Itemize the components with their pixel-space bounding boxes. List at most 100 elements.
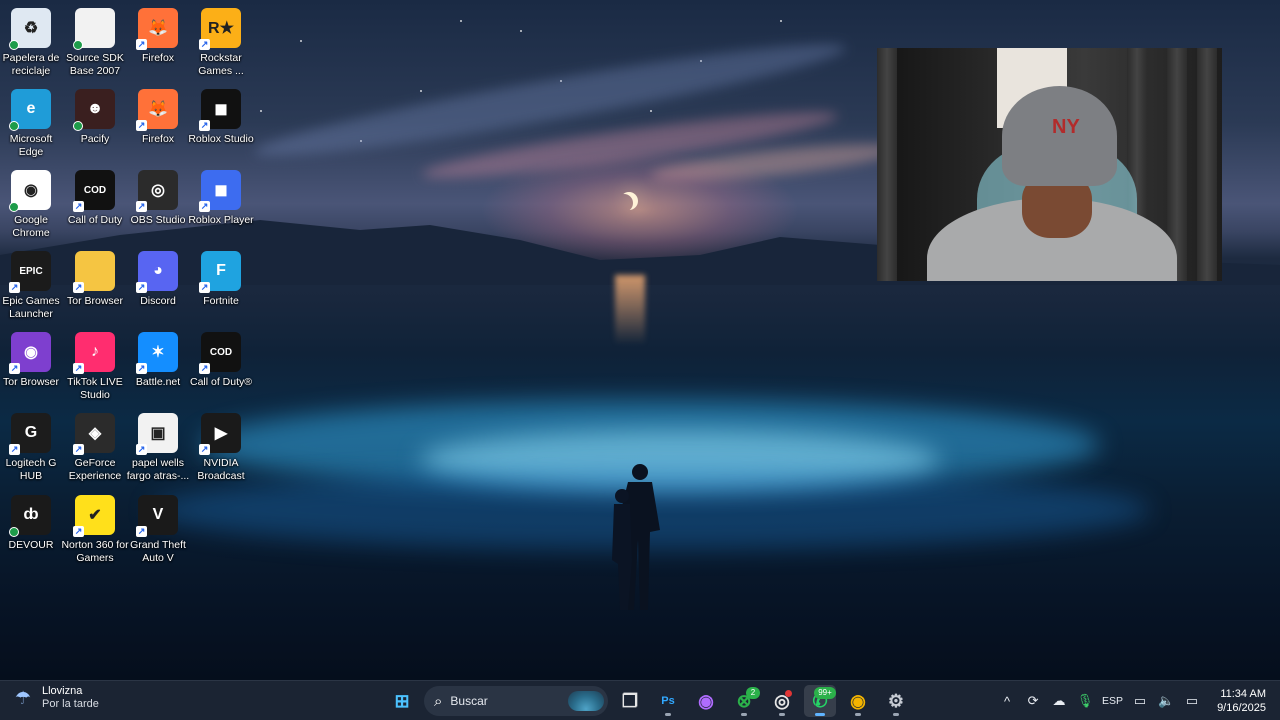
desktop-shortcut[interactable]: ☻ Pacify: [64, 85, 126, 165]
desktop-shortcut[interactable]: e Microsoft Edge: [0, 85, 62, 165]
pacify-icon: ☻: [73, 89, 115, 131]
desktop-shortcut[interactable]: EPIC ↗ Epic Games Launcher: [0, 247, 62, 327]
blank-file-icon: [73, 8, 115, 50]
sync-tray-icon[interactable]: ⟳: [1020, 681, 1046, 720]
settings-button[interactable]: ⚙: [880, 685, 912, 717]
webcam-overlay: NY: [877, 48, 1222, 281]
sync-icon: ⟳: [1027, 693, 1039, 708]
obs-taskbar-button[interactable]: ◎: [766, 685, 798, 717]
desktop-shortcut[interactable]: V ↗ Grand Theft Auto V: [127, 491, 189, 571]
running-indicator: [741, 713, 747, 716]
task-view-button[interactable]: ❐: [614, 685, 646, 717]
shortcut-arrow-icon: ↗: [73, 363, 84, 374]
desktop-shortcut[interactable]: Source SDK Base 2007: [64, 4, 126, 84]
copilot-button[interactable]: ◉: [690, 685, 722, 717]
desktop-shortcut[interactable]: ▶ ↗ NVIDIA Broadcast: [190, 409, 252, 489]
desktop-shortcut-label: Discord: [140, 295, 176, 307]
desktop-shortcut-label: Roblox Studio: [188, 133, 254, 145]
desktop-shortcut[interactable]: ✔ ↗ Norton 360 for Gamers: [61, 491, 129, 571]
logitech-g-icon: G ↗: [9, 413, 51, 455]
desktop-shortcut[interactable]: ▣ ↗ papel wells fargo atras-...: [127, 409, 189, 489]
desktop-shortcut[interactable]: ◉ Google Chrome: [0, 166, 62, 246]
rockstar-icon: R★ ↗: [199, 8, 241, 50]
shortcut-arrow-icon: ↗: [73, 526, 84, 537]
shortcut-arrow-icon: ↗: [199, 39, 210, 50]
shortcut-arrow-icon: ↗: [9, 363, 20, 374]
desktop-shortcut[interactable]: R★ ↗ Rockstar Games ...: [190, 4, 252, 84]
norton-icon: ✔ ↗: [73, 495, 115, 537]
desktop-shortcut[interactable]: F ↗ Fortnite: [190, 247, 252, 327]
desktop-shortcut[interactable]: ✶ ↗ Battle.net: [127, 328, 189, 408]
notification-badge: 2: [746, 687, 760, 699]
desktop-shortcut[interactable]: 🦊 ↗ Firefox: [127, 4, 189, 84]
whatsapp-button[interactable]: ✆ 99+: [804, 685, 836, 717]
desktop-shortcut[interactable]: ↗ Tor Browser: [64, 247, 126, 327]
search-input[interactable]: ⌕ Buscar: [424, 686, 608, 716]
battery-tray-icon[interactable]: ▭: [1179, 681, 1205, 720]
shortcut-arrow-icon: ↗: [73, 201, 84, 212]
moon-graphic: [620, 192, 638, 210]
cloud-icon: ☁: [1052, 693, 1066, 708]
cap-logo: NY: [1052, 116, 1080, 138]
weather-widget[interactable]: ☂ Llovizna Por la tarde: [12, 685, 99, 711]
network-tray-icon[interactable]: ▭: [1127, 681, 1153, 720]
desktop-shortcut-label: Fortnite: [203, 295, 239, 307]
desktop-shortcut-label: Pacify: [80, 133, 110, 145]
desktop-shortcut[interactable]: ◼ ↗ Roblox Studio: [188, 85, 254, 165]
search-highlight-art: [568, 691, 604, 711]
desktop-shortcut-label: Norton 360 for Gamers: [61, 539, 129, 564]
sync-status-icon: [73, 40, 83, 50]
photoshop-button[interactable]: Ps: [652, 685, 684, 717]
battlenet-icon: ✶ ↗: [136, 332, 178, 374]
desktop-shortcut[interactable]: ◉ ↗ Tor Browser: [0, 328, 62, 408]
desktop-shortcut[interactable]: ◕ ↗ Discord: [127, 247, 189, 327]
tor-browser-icon: ◉ ↗: [9, 332, 51, 374]
language-indicator[interactable]: ESP: [1098, 681, 1127, 720]
desktop-shortcut[interactable]: COD ↗ Call of Duty: [64, 166, 126, 246]
desktop-shortcut[interactable]: ◼ ↗ Roblox Player: [188, 166, 254, 246]
volume-tray-icon[interactable]: 🔈: [1153, 681, 1179, 720]
shortcut-arrow-icon: ↗: [73, 282, 84, 293]
desktop-shortcut-label: Grand Theft Auto V: [130, 539, 186, 564]
clock-date: 9/16/2025: [1217, 702, 1266, 714]
shortcut-arrow-icon: ↗: [9, 444, 20, 455]
running-indicator: [665, 713, 671, 716]
network-icon: ▭: [1133, 693, 1147, 708]
desktop-shortcut-label: Papelera de reciclaje: [2, 52, 60, 77]
shortcut-arrow-icon: ↗: [136, 201, 147, 212]
desktop-shortcut[interactable]: COD ↗ Call of Duty®: [190, 328, 252, 408]
nvidia-broadcast-icon: ▶ ↗: [199, 413, 241, 455]
start-button[interactable]: ⊞: [386, 685, 418, 717]
roblox-icon: ◼ ↗: [199, 170, 241, 212]
desktop-shortcut-label: GeForce Experience: [68, 457, 122, 482]
desktop-shortcut[interactable]: ♻ Papelera de reciclaje: [0, 4, 62, 84]
search-icon: ⌕: [434, 692, 443, 710]
chrome-taskbar-button[interactable]: ◉: [842, 685, 874, 717]
show-hidden-icons[interactable]: ^: [994, 681, 1020, 720]
shortcut-arrow-icon: ↗: [199, 282, 210, 293]
clock[interactable]: 11:34 AM 9/16/2025: [1205, 687, 1280, 715]
shortcut-arrow-icon: ↗: [136, 120, 147, 131]
microphone-icon: 🎙: [1076, 693, 1094, 708]
desktop-shortcut-label: TikTok LIVE Studio: [67, 376, 123, 401]
chevron-up-icon: ^: [1003, 693, 1011, 709]
drizzle-icon: ☂: [14, 688, 32, 708]
microphone-tray-icon[interactable]: 🎙: [1072, 681, 1098, 720]
desktop-shortcut[interactable]: ȸ DEVOUR: [0, 491, 62, 571]
onedrive-tray-icon[interactable]: ☁: [1046, 681, 1072, 720]
desktop-shortcut[interactable]: ◈ ↗ GeForce Experience: [64, 409, 126, 489]
shortcut-arrow-icon: ↗: [136, 444, 147, 455]
desktop-shortcut-label: Roblox Player: [188, 214, 254, 226]
desktop-shortcut[interactable]: 🦊 ↗ Firefox: [127, 85, 189, 165]
shortcut-arrow-icon: ↗: [136, 363, 147, 374]
xbox-button[interactable]: ⊗ 2: [728, 685, 760, 717]
tiktok-live-icon: ♪ ↗: [73, 332, 115, 374]
desktop-shortcut-label: Rockstar Games ...: [198, 52, 244, 77]
desktop-shortcut[interactable]: G ↗ Logitech G HUB: [0, 409, 62, 489]
desktop-shortcut[interactable]: ◎ ↗ OBS Studio: [127, 166, 189, 246]
weather-subtitle: Por la tarde: [42, 698, 99, 710]
gta-v-icon: V ↗: [136, 495, 178, 537]
search-placeholder: Buscar: [450, 694, 488, 708]
desktop-shortcut-label: Call of Duty: [67, 214, 123, 226]
desktop-shortcut[interactable]: ♪ ↗ TikTok LIVE Studio: [64, 328, 126, 408]
